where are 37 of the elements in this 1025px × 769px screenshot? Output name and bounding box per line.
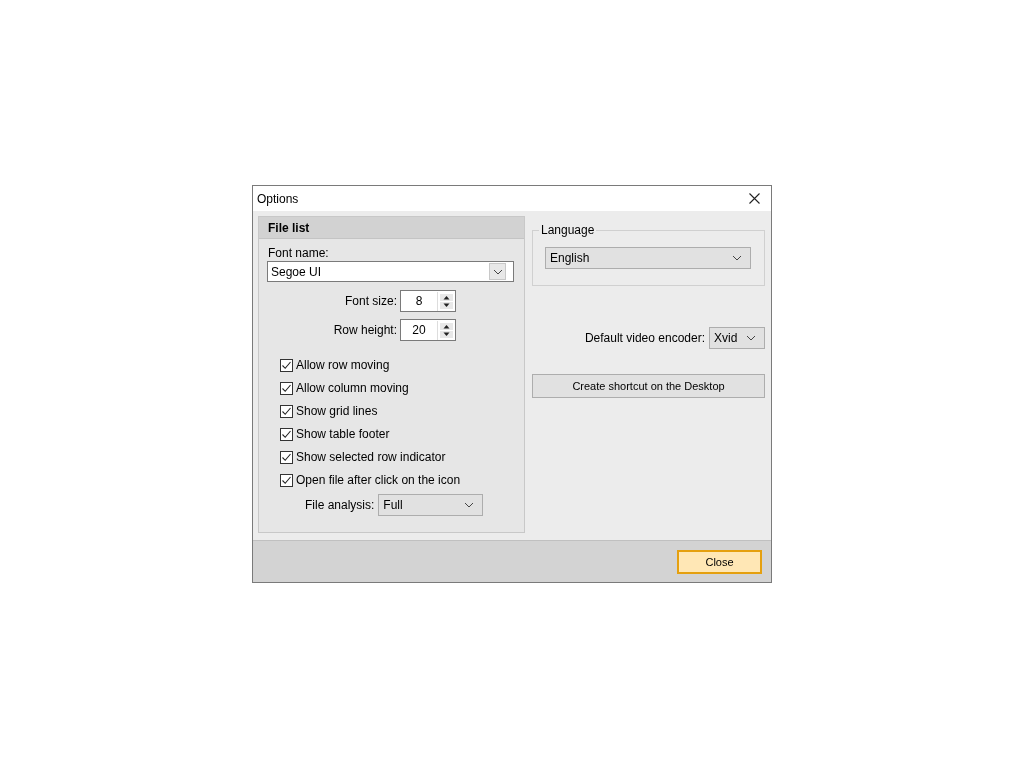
font-name-combo[interactable]: Segoe UI [267,261,514,282]
checkbox-label: Show table footer [296,427,390,441]
caret-icon [732,255,742,261]
group-title: Language [539,223,597,237]
language-dropdown[interactable]: English [545,247,751,269]
close-button[interactable]: Close [677,549,762,574]
checkbox-label: Show selected row indicator [296,450,446,464]
close-icon [748,193,760,204]
caret-icon [492,268,503,275]
create-shortcut-button[interactable]: Create shortcut on the Desktop [532,374,765,398]
checkbox[interactable] [280,404,293,418]
panel-header: File list [259,217,524,239]
checkbox-label: Show grid lines [296,404,378,418]
window-title: Options [257,191,299,206]
checkbox[interactable] [280,450,293,464]
video-encoder-dropdown[interactable]: Xvid [709,327,765,349]
spin-down-icon[interactable] [440,301,453,309]
checkbox-label: Allow column moving [296,381,409,395]
spin-down-icon[interactable] [440,330,453,338]
checkbox[interactable] [280,381,293,395]
font-name-label: Font name: [268,246,330,260]
spin-up-icon[interactable] [440,293,453,301]
checkbox[interactable] [280,473,293,487]
spin-up-icon[interactable] [440,322,453,330]
file-analysis-dropdown[interactable]: Full [378,494,484,516]
font-size-field[interactable]: 8 [400,290,456,312]
row-height-field[interactable]: 20 [400,319,456,341]
checkbox[interactable] [280,427,293,441]
checkbox[interactable] [280,358,293,372]
font-size-label: Font size: [344,294,397,308]
row-height-label: Row height: [333,323,397,337]
checkbox-label: Open file after click on the icon [296,473,461,487]
file-analysis-label: File analysis: [305,498,375,512]
video-encoder-label: Default video encoder: [584,331,705,345]
caret-icon [746,335,756,341]
caret-icon [464,502,475,508]
checkbox-label: Allow row moving [296,358,390,372]
